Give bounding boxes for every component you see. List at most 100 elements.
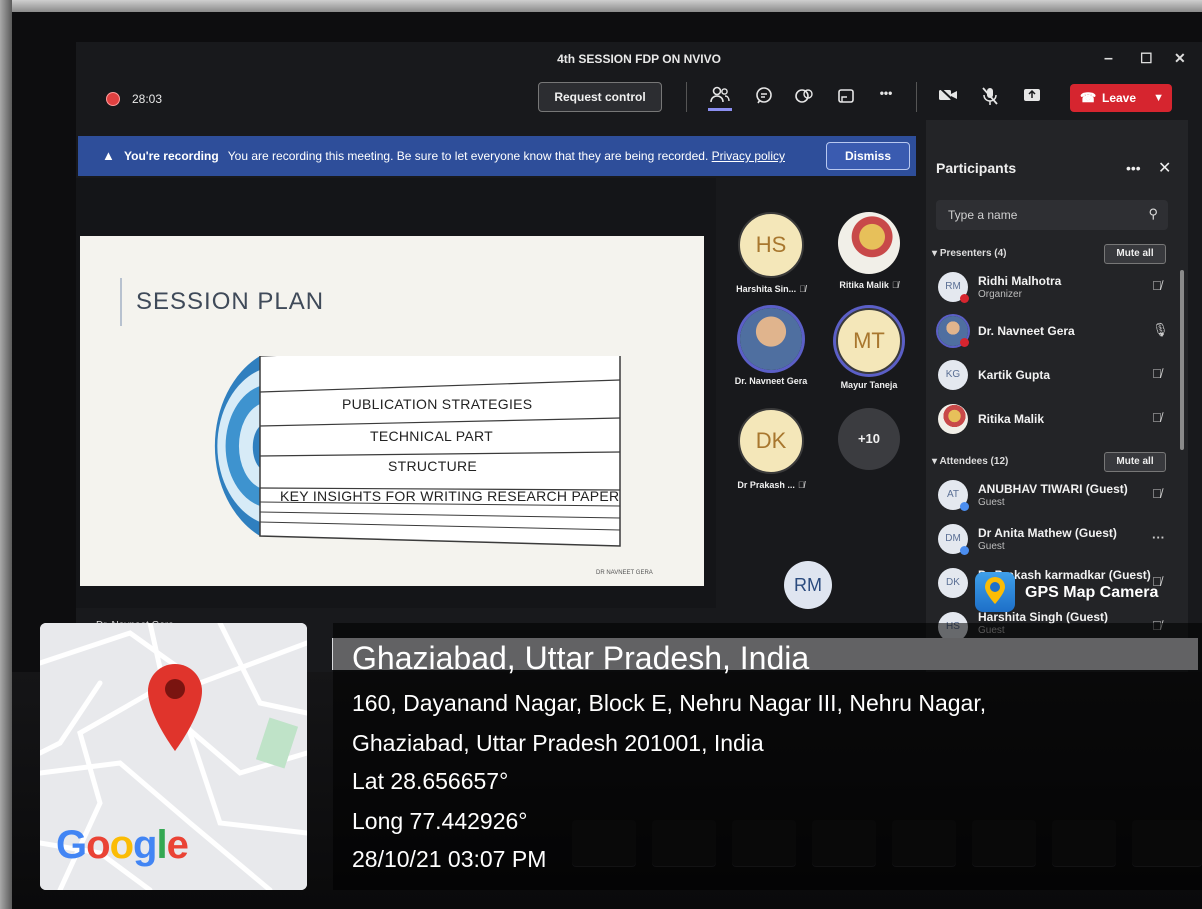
participant-row[interactable]: Dr. Navneet Gera 🎙 xyxy=(934,312,1170,350)
participant-tile[interactable]: MT Mayur Taneja xyxy=(824,308,914,390)
slide-item-publication: PUBLICATION STRATEGIES xyxy=(342,396,533,412)
avatar: DK xyxy=(738,408,804,474)
mic-muted-icon: 🎙̸ xyxy=(1152,278,1162,293)
request-control-button[interactable]: Request control xyxy=(538,82,662,112)
meeting-timer: 28:03 xyxy=(132,92,163,106)
participant-role: Guest xyxy=(978,541,1005,552)
mic-icon: 🎙 xyxy=(1152,322,1169,337)
attendees-label: Attendees (12) xyxy=(939,456,1009,467)
mic-muted-icon: 🎙̸ xyxy=(799,284,806,294)
participant-name: Ritika Malik xyxy=(978,412,1045,426)
panel-more-icon[interactable]: ••• xyxy=(1126,160,1141,176)
recording-message: You are recording this meeting. Be sure … xyxy=(227,149,709,163)
participant-role: Organizer xyxy=(978,289,1022,300)
avatar: DK xyxy=(938,568,968,598)
slide-title: SESSION PLAN xyxy=(136,288,325,315)
reactions-icon[interactable] xyxy=(792,86,816,108)
presenters-label: Presenters (4) xyxy=(939,248,1007,259)
participant-row[interactable]: DM Dr Anita Mathew (Guest) Guest ··· xyxy=(934,520,1170,558)
google-logo: Google xyxy=(56,823,189,868)
overflow-count: +10 xyxy=(838,408,900,470)
mute-all-presenters-button[interactable]: Mute all xyxy=(1104,244,1166,264)
chevron-down-icon[interactable]: ▼ xyxy=(1153,84,1164,112)
gps-camera-icon xyxy=(975,572,1015,612)
photo-frame-top xyxy=(0,0,1202,12)
chat-icon[interactable] xyxy=(752,86,776,108)
gps-app-name: GPS Map Camera xyxy=(1025,584,1159,601)
avatar xyxy=(938,404,968,434)
participant-tile[interactable]: Dr. Navneet Gera xyxy=(726,308,816,386)
slide-title-bar xyxy=(120,278,122,326)
more-actions-icon[interactable]: ••• xyxy=(874,86,898,108)
slide-item-key-insights: KEY INSIGHTS FOR WRITING RESEARCH PAPER xyxy=(280,488,620,504)
status-badge xyxy=(960,338,969,347)
more-options-icon[interactable]: ··· xyxy=(1152,530,1165,545)
address-line-1: 160, Dayanand Nagar, Block E, Nehru Naga… xyxy=(352,690,987,716)
panel-scrollbar[interactable] xyxy=(1180,270,1184,450)
presentation-slide: SESSION PLAN PUBLICATION STRATEGIES TECH… xyxy=(80,236,704,586)
overflow-participants-tile[interactable]: +10 xyxy=(824,408,914,470)
dismiss-button[interactable]: Dismiss xyxy=(826,142,910,170)
photo-frame-left xyxy=(0,0,12,909)
minimize-button[interactable]: – xyxy=(1104,50,1113,68)
google-letter: o xyxy=(86,823,110,867)
maximize-button[interactable]: ☐ xyxy=(1140,50,1153,67)
google-letter: g xyxy=(133,823,157,867)
close-button[interactable]: ✕ xyxy=(1174,50,1186,67)
location-title: Ghaziabad, Uttar Pradesh, India xyxy=(352,640,810,676)
google-letter: G xyxy=(56,823,87,867)
warning-icon: ▲ xyxy=(102,148,115,163)
window-title: 4th SESSION FDP ON NVIVO xyxy=(557,52,721,66)
mic-muted-icon: 🎙̸ xyxy=(797,480,805,490)
mute-all-attendees-button[interactable]: Mute all xyxy=(1104,452,1166,472)
participant-role: Guest xyxy=(978,497,1005,508)
camera-off-icon[interactable] xyxy=(936,86,960,108)
search-icon[interactable]: ⚲ xyxy=(1148,206,1158,222)
presenters-section-header[interactable]: ▾ Presenters (4) xyxy=(932,248,1007,259)
google-letter: l xyxy=(156,823,167,867)
participant-name: Kartik Gupta xyxy=(978,368,1051,382)
mic-muted-icon[interactable] xyxy=(978,86,1002,108)
participant-row[interactable]: Ritika Malik 🎙̸ xyxy=(934,400,1170,438)
participant-name: Ridhi Malhotra xyxy=(978,274,1062,288)
attendees-section-header[interactable]: ▾ Attendees (12) xyxy=(932,456,1008,467)
people-icon[interactable] xyxy=(708,86,732,111)
status-badge xyxy=(960,546,969,555)
leave-button[interactable]: ☎ Leave ▼ xyxy=(1070,84,1172,112)
mic-muted-icon: 🎙̸ xyxy=(1152,486,1162,501)
google-letter: o xyxy=(109,823,134,867)
google-letter: e xyxy=(166,823,189,867)
participant-name: ANUBHAV TIWARI (Guest) xyxy=(978,482,1128,496)
avatar: HS xyxy=(738,212,804,278)
panel-title: Participants xyxy=(936,160,1017,176)
phone-icon: ☎ xyxy=(1080,90,1097,105)
panel-close-icon[interactable]: ✕ xyxy=(1158,158,1171,178)
participant-search-input[interactable]: Type a name ⚲ xyxy=(936,200,1168,230)
title-bar: 4th SESSION FDP ON NVIVO – ☐ ✕ xyxy=(76,42,1202,76)
latitude: Lat 28.656657° xyxy=(352,768,509,794)
recording-status: You're recording xyxy=(124,149,219,163)
participant-row[interactable]: KG Kartik Gupta 🎙̸ xyxy=(934,356,1170,394)
tile-name: Harshita Sin... xyxy=(736,284,797,294)
participant-row[interactable]: AT ANUBHAV TIWARI (Guest) Guest 🎙̸ xyxy=(934,476,1170,514)
recording-icon xyxy=(106,92,120,106)
shared-content-stage: SESSION PLAN PUBLICATION STRATEGIES TECH… xyxy=(76,178,716,631)
participant-tile[interactable]: Ritika Malik 🎙̸ xyxy=(824,212,914,290)
map-thumbnail: Google xyxy=(40,623,307,890)
status-badge xyxy=(960,294,969,303)
share-tray-icon[interactable] xyxy=(1020,86,1044,108)
participant-tile[interactable]: HS Harshita Sin... 🎙̸ xyxy=(726,212,816,294)
participant-tile[interactable]: DK Dr Prakash ... 🎙̸ xyxy=(726,408,816,490)
recording-banner: ▲ You're recording You are recording thi… xyxy=(78,136,916,176)
capture-datetime: 28/10/21 03:07 PM xyxy=(352,846,547,872)
slide-item-structure: STRUCTURE xyxy=(388,458,478,474)
mic-muted-icon: 🎙̸ xyxy=(1152,366,1162,381)
participant-name: Dr. Navneet Gera xyxy=(978,324,1075,338)
search-placeholder: Type a name xyxy=(948,208,1018,222)
privacy-policy-link[interactable]: Privacy policy xyxy=(712,149,785,163)
participant-row[interactable]: RM Ridhi Malhotra Organizer 🎙̸ xyxy=(934,268,1170,306)
breakout-rooms-icon[interactable] xyxy=(834,86,858,108)
status-badge xyxy=(960,502,969,511)
video-gallery: HS Harshita Sin... 🎙̸ Ritika Malik 🎙̸ Dr. … xyxy=(716,176,926,616)
mic-muted-icon: 🎙̸ xyxy=(891,280,899,290)
